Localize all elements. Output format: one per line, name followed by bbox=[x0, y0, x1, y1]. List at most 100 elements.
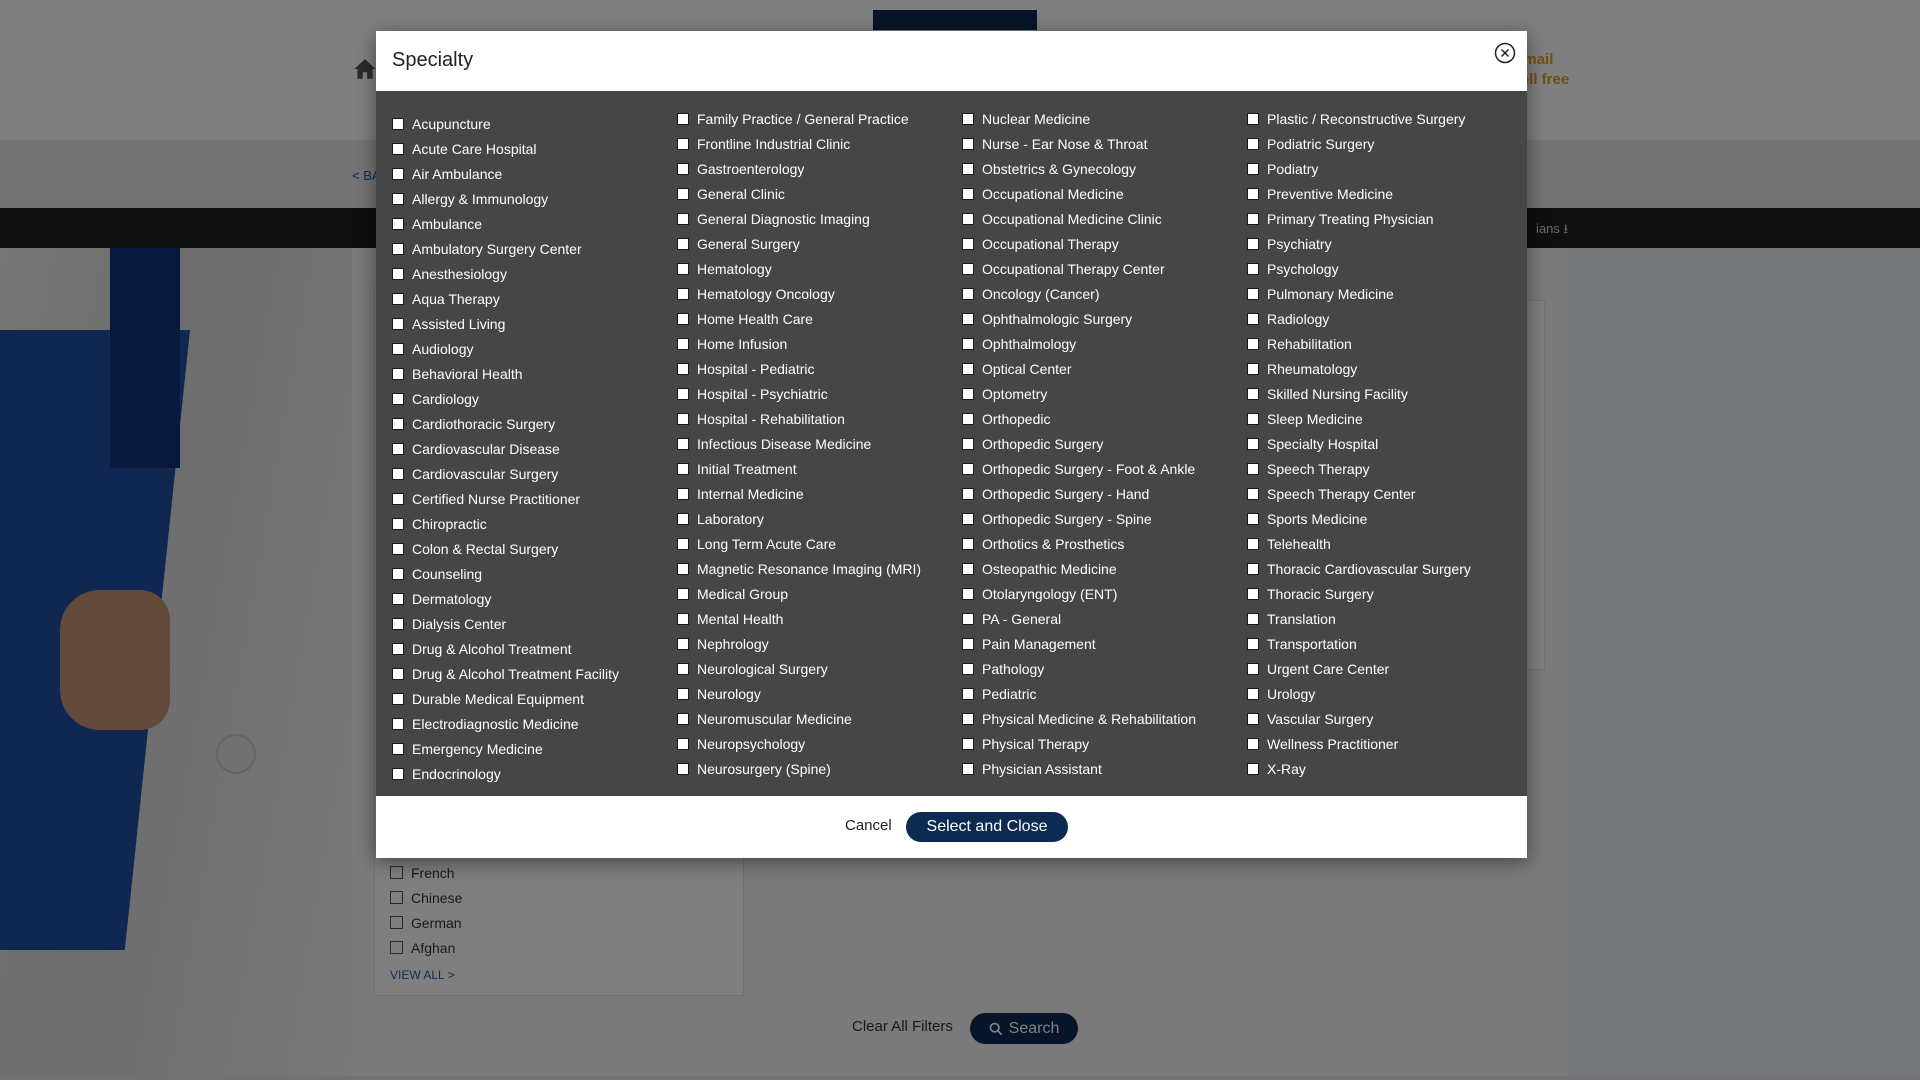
specialty-checkbox[interactable] bbox=[392, 242, 404, 255]
specialty-option[interactable]: Chiropractic bbox=[392, 511, 677, 536]
specialty-option[interactable]: Orthopedic Surgery bbox=[962, 431, 1247, 456]
specialty-option[interactable]: Obstetrics & Gynecology bbox=[962, 156, 1247, 181]
specialty-option[interactable]: Drug & Alcohol Treatment Facility bbox=[392, 661, 677, 686]
specialty-option[interactable]: Transportation bbox=[1247, 631, 1532, 656]
specialty-checkbox[interactable] bbox=[392, 417, 404, 430]
specialty-option[interactable]: PA - General bbox=[962, 606, 1247, 631]
specialty-option[interactable]: Neurological Surgery bbox=[677, 656, 962, 681]
specialty-option[interactable]: Certified Nurse Practitioner bbox=[392, 486, 677, 511]
specialty-checkbox[interactable] bbox=[392, 517, 404, 530]
specialty-option[interactable]: Internal Medicine bbox=[677, 481, 962, 506]
specialty-checkbox[interactable] bbox=[1247, 637, 1259, 650]
specialty-checkbox[interactable] bbox=[962, 437, 974, 450]
specialty-checkbox[interactable] bbox=[1247, 537, 1259, 550]
specialty-checkbox[interactable] bbox=[962, 412, 974, 425]
specialty-option[interactable]: Orthopedic Surgery - Foot & Ankle bbox=[962, 456, 1247, 481]
specialty-option[interactable]: Neuromuscular Medicine bbox=[677, 706, 962, 731]
specialty-checkbox[interactable] bbox=[392, 642, 404, 655]
specialty-checkbox[interactable] bbox=[962, 212, 974, 225]
specialty-checkbox[interactable] bbox=[1247, 312, 1259, 325]
specialty-option[interactable]: Emergency Medicine bbox=[392, 736, 677, 761]
specialty-option[interactable]: Hematology Oncology bbox=[677, 281, 962, 306]
specialty-checkbox[interactable] bbox=[677, 712, 689, 725]
specialty-option[interactable]: General Clinic bbox=[677, 181, 962, 206]
specialty-option[interactable]: Ophthalmology bbox=[962, 331, 1247, 356]
specialty-option[interactable]: Cardiology bbox=[392, 386, 677, 411]
specialty-option[interactable]: General Diagnostic Imaging bbox=[677, 206, 962, 231]
specialty-option[interactable]: Infectious Disease Medicine bbox=[677, 431, 962, 456]
specialty-checkbox[interactable] bbox=[392, 767, 404, 780]
specialty-option[interactable]: Thoracic Cardiovascular Surgery bbox=[1247, 556, 1532, 581]
specialty-option[interactable]: Medical Group bbox=[677, 581, 962, 606]
specialty-option[interactable]: Counseling bbox=[392, 561, 677, 586]
specialty-checkbox[interactable] bbox=[1247, 212, 1259, 225]
specialty-option[interactable]: Skilled Nursing Facility bbox=[1247, 381, 1532, 406]
specialty-checkbox[interactable] bbox=[962, 612, 974, 625]
specialty-checkbox[interactable] bbox=[392, 717, 404, 730]
specialty-option[interactable]: Neuropsychology bbox=[677, 731, 962, 756]
specialty-checkbox[interactable] bbox=[962, 312, 974, 325]
specialty-option[interactable]: Wellness Practitioner bbox=[1247, 731, 1532, 756]
specialty-option[interactable]: Aqua Therapy bbox=[392, 286, 677, 311]
specialty-checkbox[interactable] bbox=[392, 667, 404, 680]
specialty-option[interactable]: Laboratory bbox=[677, 506, 962, 531]
specialty-checkbox[interactable] bbox=[677, 162, 689, 175]
specialty-checkbox[interactable] bbox=[677, 487, 689, 500]
specialty-option[interactable]: Initial Treatment bbox=[677, 456, 962, 481]
specialty-option[interactable]: Oncology (Cancer) bbox=[962, 281, 1247, 306]
specialty-option[interactable]: Behavioral Health bbox=[392, 361, 677, 386]
specialty-checkbox[interactable] bbox=[677, 312, 689, 325]
specialty-option[interactable]: Orthopedic Surgery - Spine bbox=[962, 506, 1247, 531]
specialty-checkbox[interactable] bbox=[677, 262, 689, 275]
specialty-option[interactable]: Otolaryngology (ENT) bbox=[962, 581, 1247, 606]
specialty-option[interactable]: Durable Medical Equipment bbox=[392, 686, 677, 711]
specialty-checkbox[interactable] bbox=[962, 387, 974, 400]
specialty-option[interactable]: Pediatric bbox=[962, 681, 1247, 706]
specialty-checkbox[interactable] bbox=[1247, 737, 1259, 750]
specialty-option[interactable]: Mental Health bbox=[677, 606, 962, 631]
specialty-option[interactable]: Air Ambulance bbox=[392, 161, 677, 186]
specialty-option[interactable]: Ambulatory Surgery Center bbox=[392, 236, 677, 261]
specialty-checkbox[interactable] bbox=[392, 142, 404, 155]
specialty-option[interactable]: Cardiothoracic Surgery bbox=[392, 411, 677, 436]
specialty-option[interactable]: Physical Therapy bbox=[962, 731, 1247, 756]
specialty-option[interactable]: Gastroenterology bbox=[677, 156, 962, 181]
specialty-checkbox[interactable] bbox=[962, 712, 974, 725]
specialty-option[interactable]: Pain Management bbox=[962, 631, 1247, 656]
specialty-checkbox[interactable] bbox=[962, 537, 974, 550]
specialty-option[interactable]: Dialysis Center bbox=[392, 611, 677, 636]
specialty-option[interactable]: Hematology bbox=[677, 256, 962, 281]
specialty-checkbox[interactable] bbox=[1247, 437, 1259, 450]
specialty-option[interactable]: Orthotics & Prosthetics bbox=[962, 531, 1247, 556]
specialty-checkbox[interactable] bbox=[677, 237, 689, 250]
specialty-checkbox[interactable] bbox=[1247, 387, 1259, 400]
specialty-checkbox[interactable] bbox=[392, 542, 404, 555]
specialty-checkbox[interactable] bbox=[1247, 512, 1259, 525]
specialty-checkbox[interactable] bbox=[1247, 562, 1259, 575]
specialty-checkbox[interactable] bbox=[962, 487, 974, 500]
specialty-checkbox[interactable] bbox=[1247, 612, 1259, 625]
specialty-option[interactable]: Optical Center bbox=[962, 356, 1247, 381]
specialty-checkbox[interactable] bbox=[392, 392, 404, 405]
specialty-checkbox[interactable] bbox=[1247, 487, 1259, 500]
specialty-checkbox[interactable] bbox=[962, 187, 974, 200]
specialty-checkbox[interactable] bbox=[677, 537, 689, 550]
specialty-option[interactable]: Physician Assistant bbox=[962, 756, 1247, 781]
specialty-checkbox[interactable] bbox=[962, 737, 974, 750]
specialty-option[interactable]: Primary Treating Physician bbox=[1247, 206, 1532, 231]
specialty-option[interactable]: Orthopedic Surgery - Hand bbox=[962, 481, 1247, 506]
specialty-option[interactable]: Hospital - Rehabilitation bbox=[677, 406, 962, 431]
specialty-checkbox[interactable] bbox=[392, 192, 404, 205]
close-icon[interactable] bbox=[1494, 42, 1516, 64]
specialty-option[interactable]: Occupational Therapy bbox=[962, 231, 1247, 256]
specialty-checkbox[interactable] bbox=[1247, 162, 1259, 175]
specialty-checkbox[interactable] bbox=[677, 687, 689, 700]
specialty-option[interactable]: Electrodiagnostic Medicine bbox=[392, 711, 677, 736]
specialty-checkbox[interactable] bbox=[677, 462, 689, 475]
specialty-checkbox[interactable] bbox=[677, 637, 689, 650]
specialty-checkbox[interactable] bbox=[392, 742, 404, 755]
specialty-checkbox[interactable] bbox=[962, 587, 974, 600]
specialty-checkbox[interactable] bbox=[1247, 462, 1259, 475]
specialty-option[interactable]: Psychiatry bbox=[1247, 231, 1532, 256]
specialty-checkbox[interactable] bbox=[1247, 412, 1259, 425]
